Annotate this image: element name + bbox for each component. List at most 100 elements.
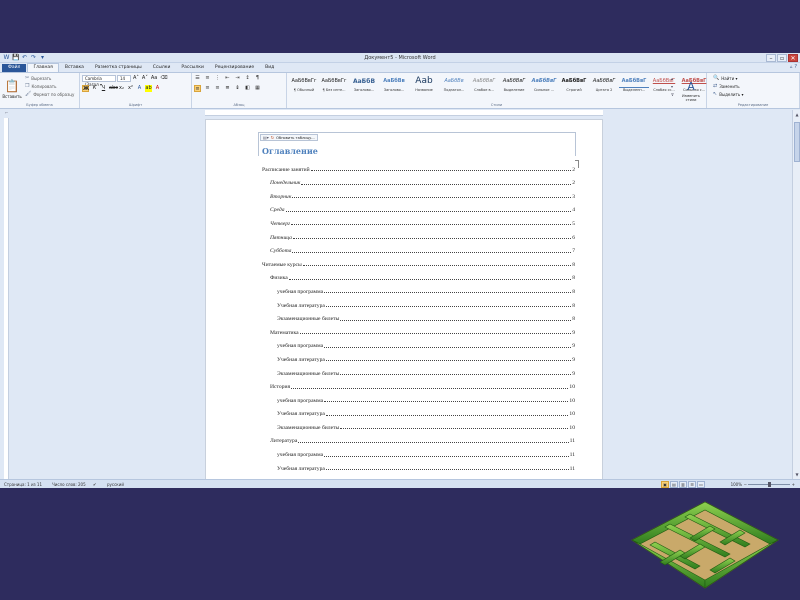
subscript-icon[interactable]: x₂: [118, 85, 125, 92]
zoom-in-icon[interactable]: +: [792, 481, 795, 488]
change-case-icon[interactable]: Aa: [150, 75, 158, 82]
toc-entry[interactable]: учебная программа 10: [262, 390, 575, 404]
font-color-icon[interactable]: A: [154, 85, 161, 92]
web-layout-icon[interactable]: ▥: [679, 481, 687, 488]
toc-entry[interactable]: Учебная литература 10: [262, 404, 575, 417]
align-right-icon[interactable]: ≡: [214, 85, 221, 92]
toc-menu-icon[interactable]: ▤▾: [263, 135, 269, 140]
style-strong[interactable]: АаБбВвГ Строгий: [559, 75, 589, 99]
toc-entry[interactable]: Учебная литература 9: [262, 349, 575, 363]
tab-review[interactable]: Рецензирование: [210, 64, 259, 72]
style-title[interactable]: Aab Название: [409, 75, 439, 99]
find-button[interactable]: 🔍 Найти ▾: [713, 75, 738, 81]
bullets-icon[interactable]: ☰: [194, 75, 201, 82]
scrollbar-thumb[interactable]: [794, 122, 800, 162]
tab-insert[interactable]: Вставка: [60, 64, 89, 72]
numbering-icon[interactable]: ≡: [204, 75, 211, 82]
tab-page-layout[interactable]: Разметка страницы: [90, 64, 147, 72]
zoom-slider-thumb[interactable]: [768, 482, 771, 487]
styles-gallery-scroll[interactable]: ▴ ▾ ⊽: [671, 75, 676, 99]
format-painter-button[interactable]: 🖌 Формат по образцу: [25, 91, 74, 97]
minimize-button[interactable]: –: [766, 54, 776, 62]
style-quote-2[interactable]: АаБбВвГ Цитата 2: [589, 75, 619, 99]
horizontal-ruler[interactable]: [205, 110, 603, 116]
replace-button[interactable]: ⇄ Заменить: [713, 83, 740, 89]
style-heading-2[interactable]: АаБбВв Заголово...: [379, 75, 409, 99]
paste-button[interactable]: 📋 Вставить: [2, 75, 22, 99]
toc-entry[interactable]: Экзаменационные билеты 10: [262, 417, 575, 431]
show-marks-icon[interactable]: ¶: [254, 75, 261, 82]
cut-button[interactable]: ✂ Вырезать: [25, 75, 51, 81]
zoom-slider[interactable]: [748, 482, 790, 487]
toc-entry[interactable]: Суббота 7: [262, 241, 575, 254]
underline-icon[interactable]: Ч: [100, 85, 107, 92]
toc-entry[interactable]: учебная программа 8: [262, 281, 575, 295]
tab-selector-icon[interactable]: ⌐: [3, 110, 10, 116]
maximize-button[interactable]: ▫: [777, 54, 787, 62]
close-button[interactable]: ✕: [788, 54, 798, 62]
tab-mailings[interactable]: Рассылки: [176, 64, 209, 72]
style-intense-emphasis[interactable]: АаБбВвГ Сильное ...: [529, 75, 559, 99]
toc-entry[interactable]: Экзаменационные билеты 8: [262, 309, 575, 322]
bold-icon[interactable]: Ж: [82, 85, 89, 92]
font-name-combo[interactable]: Cambria (Загол ▾: [82, 75, 116, 87]
toc-entry[interactable]: Вторник 3: [262, 186, 575, 200]
clear-formatting-icon[interactable]: ⌫: [159, 75, 168, 82]
tab-file[interactable]: Файл: [2, 64, 27, 72]
highlight-icon[interactable]: ab: [145, 85, 152, 92]
align-left-icon[interactable]: ≡: [194, 85, 201, 92]
justify-icon[interactable]: ≣: [224, 85, 231, 92]
grow-font-icon[interactable]: A˄: [132, 75, 140, 82]
toc-entry[interactable]: учебная программа 11: [262, 444, 575, 458]
increase-indent-icon[interactable]: ⇥: [234, 75, 241, 82]
page-count[interactable]: Страница: 1 из 11: [4, 481, 42, 488]
help-icon[interactable]: ?: [794, 64, 797, 70]
superscript-icon[interactable]: x²: [127, 85, 134, 92]
toc-entry[interactable]: учебная программа 9: [262, 336, 575, 349]
update-toc-button[interactable]: Обновить таблицу...: [276, 136, 315, 140]
document-page[interactable]: ▤▾ ↻ Обновить таблицу... Оглавление Расп…: [205, 119, 603, 488]
vertical-ruler[interactable]: [4, 118, 9, 479]
style-intense-quote[interactable]: АаБбВвГ Выделенн...: [619, 75, 649, 99]
multilevel-list-icon[interactable]: ⋮: [214, 75, 221, 82]
tab-home[interactable]: Главная: [27, 63, 59, 72]
style-heading-1[interactable]: АаБбВ Заголово...: [349, 75, 379, 99]
scroll-up-icon[interactable]: ▲: [793, 112, 800, 117]
italic-icon[interactable]: К: [91, 85, 98, 92]
style-normal[interactable]: АаБбВвГг ¶ Обычный: [289, 75, 319, 99]
sort-icon[interactable]: ↕: [244, 75, 251, 82]
zoom-level[interactable]: 100%: [731, 481, 742, 488]
toc-entry[interactable]: Физика 8: [262, 268, 575, 281]
strikethrough-icon[interactable]: abc: [109, 85, 118, 92]
minimize-ribbon-icon[interactable]: ▵: [790, 64, 793, 70]
outline-icon[interactable]: ☰: [688, 481, 696, 488]
tab-references[interactable]: Ссылки: [148, 64, 176, 72]
toc-entry[interactable]: Понедельник 2: [262, 173, 575, 186]
toc-entry[interactable]: Учебная литература 8: [262, 295, 575, 309]
vertical-scrollbar[interactable]: ▲ ▼: [792, 110, 800, 479]
line-spacing-icon[interactable]: ↨: [234, 85, 241, 92]
style-subtitle[interactable]: АаБбВв Подзагол...: [439, 75, 469, 99]
tab-view[interactable]: Вид: [260, 64, 279, 72]
change-styles-button[interactable]: A Изменить стили: [678, 75, 704, 102]
style-no-spacing[interactable]: АаБбВвГг ¶ Без инте...: [319, 75, 349, 99]
copy-button[interactable]: ❐ Копировать: [25, 83, 56, 89]
toc-entry[interactable]: Экзаменационные билеты 9: [262, 363, 575, 377]
toc-entry[interactable]: Расписание занятий 2: [262, 159, 575, 173]
toc-entry[interactable]: Среда 4: [262, 200, 575, 213]
toc-entry[interactable]: Четверг 5: [262, 213, 575, 227]
word-count[interactable]: Число слов: 205: [52, 481, 86, 488]
toc-entry[interactable]: Учебная литература 11: [262, 458, 575, 472]
style-subtle-emphasis[interactable]: АаБбВвГ Слабое в...: [469, 75, 499, 99]
toc-entry[interactable]: Пятница 6: [262, 227, 575, 241]
text-effects-icon[interactable]: A: [136, 85, 143, 92]
toc-entry[interactable]: История 10: [262, 377, 575, 390]
toc-entry[interactable]: Литература 11: [262, 431, 575, 444]
align-center-icon[interactable]: ≡: [204, 85, 211, 92]
print-layout-icon[interactable]: ▣: [661, 481, 669, 488]
font-size-combo[interactable]: 14: [117, 75, 131, 82]
zoom-out-icon[interactable]: −: [744, 481, 747, 488]
decrease-indent-icon[interactable]: ⇤: [224, 75, 231, 82]
proofing-icon[interactable]: ✔: [93, 481, 96, 488]
toc-entry[interactable]: Математика 9: [262, 322, 575, 336]
